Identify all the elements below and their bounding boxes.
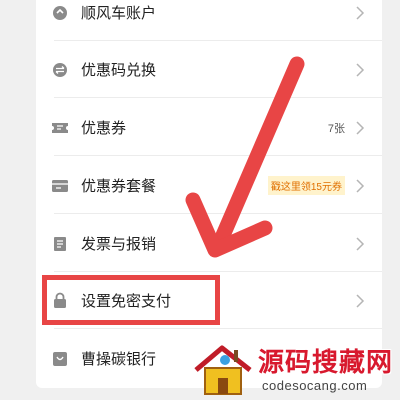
exchange-icon (51, 61, 69, 79)
menu-item-label: 顺风车账户 (81, 5, 157, 22)
chevron-right-icon (356, 236, 365, 251)
watermark: 源码搜藏网 codesocang.com (192, 340, 400, 400)
house-logo-icon (194, 345, 252, 395)
menu-item-coupon-package[interactable]: 优惠券套餐 戳这里领15元券 (36, 157, 382, 214)
menu-item-coupons[interactable]: 优惠券 7张 (36, 99, 382, 156)
menu-item-label: 优惠码兑换 (81, 62, 157, 79)
chevron-right-icon (356, 5, 365, 20)
watermark-url: codesocang.com (262, 378, 368, 393)
chevron-right-icon (356, 178, 365, 193)
menu-item-wallet[interactable]: 顺风车账户 (36, 0, 382, 41)
coupon-package-icon (51, 177, 69, 195)
coupon-count: 7张 (327, 122, 345, 135)
menu-item-promo-code[interactable]: 优惠码兑换 (36, 41, 382, 98)
watermark-title: 源码搜藏网 (258, 347, 394, 377)
ticket-icon (51, 119, 69, 137)
chevron-right-icon (356, 62, 365, 77)
invoice-icon (51, 235, 69, 253)
chevron-right-icon (356, 120, 365, 135)
menu-item-label: 优惠券套餐 (81, 178, 157, 195)
menu-item-label: 优惠券 (81, 120, 127, 137)
menu-item-label: 发票与报销 (81, 236, 157, 253)
chevron-right-icon (356, 293, 365, 308)
promo-badge[interactable]: 戳这里领15元券 (267, 176, 345, 195)
menu-item-invoice[interactable]: 发票与报销 (36, 215, 382, 272)
carbon-bank-icon (51, 350, 69, 368)
wallet-icon (51, 4, 69, 22)
highlight-box (42, 275, 220, 325)
